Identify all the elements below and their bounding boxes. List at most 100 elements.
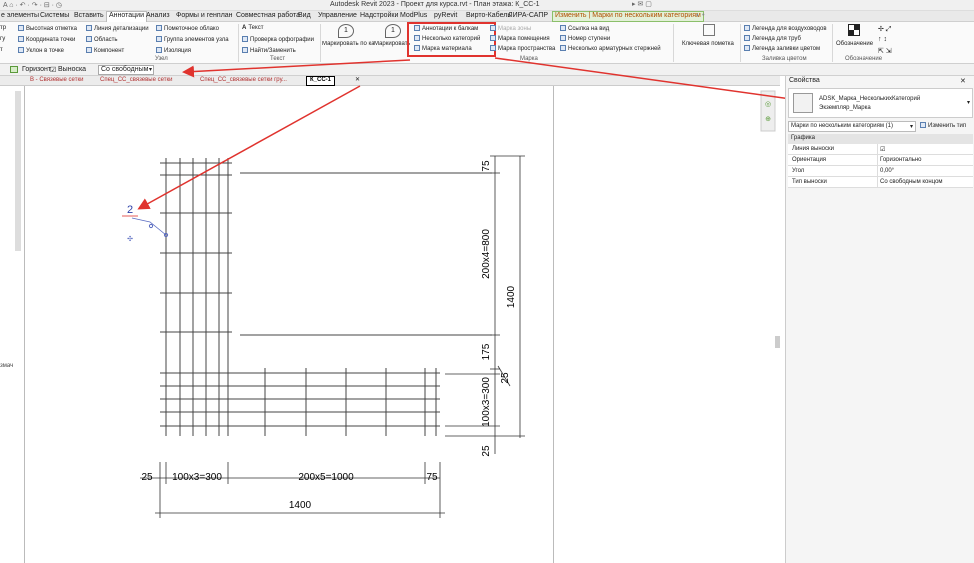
- tread-number-button[interactable]: Номер ступени: [560, 35, 610, 42]
- leader-type-dropdown[interactable]: Со свободным ▾: [98, 65, 154, 75]
- view-reference-label: Ссылка на вид: [568, 26, 610, 32]
- dim-right-25b: 25: [481, 445, 492, 457]
- area-tag-button[interactable]: Марка зоны: [490, 25, 531, 32]
- span-icon[interactable]: ⇱ ⇲: [878, 47, 892, 55]
- text-button[interactable]: A Текст: [242, 25, 263, 31]
- tab-virto[interactable]: Вирто-Кабель: [466, 12, 511, 19]
- dim-bottom-75: 75: [426, 472, 438, 483]
- tab-addins[interactable]: Надстройки: [360, 12, 398, 19]
- spot-elevation-button[interactable]: Высотная отметка: [18, 25, 77, 32]
- spelling-button[interactable]: Проверка орфографии: [242, 36, 314, 43]
- orientation-value[interactable]: Горизонтально: [880, 157, 922, 163]
- duct-legend-button[interactable]: Легенда для воздуховодов: [744, 25, 827, 32]
- detail-group-button[interactable]: Группа элементов узла: [156, 36, 229, 43]
- keynote-icon: [703, 24, 715, 36]
- window-controls[interactable]: ▸ ✉ ▢: [632, 0, 652, 8]
- leader-checkbox[interactable]: ☑: [50, 66, 56, 74]
- tab-modplus[interactable]: ModPlus: [400, 12, 427, 19]
- detail-line-icon: [86, 25, 92, 31]
- arrow-tools-icon[interactable]: ✢ ⤢: [878, 25, 891, 34]
- component-button[interactable]: Компонент: [86, 47, 124, 54]
- property-row: Ориентация Горизонтально: [788, 155, 973, 166]
- view-reference-button[interactable]: Ссылка на вид: [560, 25, 609, 32]
- tab-systems[interactable]: Системы: [40, 12, 69, 19]
- symbol-button[interactable]: Обозначение: [836, 41, 873, 47]
- ribbon-item-cut2[interactable]: гу: [0, 36, 5, 42]
- ribbon-item-cut3[interactable]: т: [0, 47, 3, 53]
- room-tag-icon: [490, 35, 496, 41]
- room-tag-button[interactable]: Марка помещения: [490, 35, 550, 42]
- beam-annotation-icon: [414, 25, 420, 31]
- dim-bottom-1000: 200x5=1000: [298, 472, 354, 483]
- multi-category-tag-button[interactable]: Несколько категорий: [414, 35, 480, 42]
- tab-annotate[interactable]: Аннотации: [106, 11, 147, 22]
- spot-coordinate-button[interactable]: Координата точки: [18, 36, 75, 43]
- spot-coordinate-icon: [18, 36, 24, 42]
- angle-value[interactable]: 0,00°: [880, 168, 894, 174]
- multi-rebar-label: Несколько арматурных стержней: [568, 46, 661, 52]
- leader-type-value: Со свободным: [101, 66, 149, 73]
- tab-lira[interactable]: ЛИРА-САПР: [508, 12, 548, 19]
- quick-access-toolbar[interactable]: A ⌂ · ↶ · ↷ · ⊟ · ◷: [3, 1, 62, 9]
- doc-tab-spec[interactable]: Спец_СС_связевые сетки: [100, 77, 172, 83]
- spelling-label: Проверка орфографии: [250, 37, 314, 43]
- ribbon-separator: [832, 24, 833, 62]
- insulation-button[interactable]: Изоляция: [156, 47, 191, 54]
- tab-pyrevit[interactable]: pyRevit: [434, 12, 457, 19]
- component-icon: [86, 47, 92, 53]
- tag-by-category-button[interactable]: Маркировать по категории: [322, 41, 374, 47]
- doc-tab-active[interactable]: К_СС-1: [306, 76, 335, 86]
- north-icon[interactable]: ↑ ↕: [878, 36, 887, 43]
- property-key: Линия выноски: [792, 146, 834, 152]
- rebar-mesh-drawing: 2 ✣ 75 200x4=800 1400 175 25 100x3=300 2…: [122, 90, 776, 518]
- dim-right-175: 175: [481, 343, 492, 360]
- ribbon-tabs: е элементы Системы Вставить Аннотации Ан…: [0, 11, 974, 22]
- mesh-horizontal-bars: [160, 162, 492, 427]
- doc-tab-links[interactable]: В - Связевые сетки: [30, 77, 83, 83]
- tag-all-button[interactable]: Маркировать все: [374, 41, 410, 47]
- tab-massing[interactable]: Формы и генплан: [176, 12, 233, 19]
- tab-insert[interactable]: Вставить: [74, 12, 104, 19]
- dim-bottom-25: 25: [141, 472, 153, 483]
- tab-collaborate[interactable]: Совместная работа: [236, 12, 300, 19]
- region-button[interactable]: Область: [86, 36, 118, 43]
- pipe-legend-button[interactable]: Легенда для труб: [744, 35, 801, 42]
- ribbon-separator: [673, 24, 674, 62]
- tab-analyze[interactable]: Анализ: [146, 12, 170, 19]
- orientation-dropdown[interactable]: Горизонт: [22, 66, 51, 73]
- revision-cloud-button[interactable]: Пометочное облако: [156, 25, 219, 32]
- group-header-graphics[interactable]: Графика: [788, 134, 973, 144]
- space-tag-icon: [490, 45, 496, 51]
- material-tag-button[interactable]: Марка материала: [414, 45, 472, 52]
- beam-annotations-button[interactable]: Аннотации к балкам: [414, 25, 478, 32]
- detail-line-button[interactable]: Линия детализации: [86, 25, 149, 32]
- space-tag-button[interactable]: Марка пространства: [490, 45, 555, 52]
- tread-number-label: Номер ступени: [568, 36, 611, 42]
- text-icon: A: [242, 25, 247, 31]
- drawing-canvas[interactable]: змач 2 ✣ 75 200x4=800 1400 175 25 100x3=…: [0, 86, 780, 563]
- tab-overflow[interactable]: ◐ •: [696, 12, 705, 19]
- leader-line-checkbox[interactable]: ☑: [880, 146, 885, 153]
- steering-wheel-icon: ◎: [765, 101, 771, 108]
- insulation-label: Изоляция: [164, 48, 191, 54]
- pipe-legend-label: Легенда для труб: [752, 36, 801, 42]
- doc-tab-spec-group[interactable]: Спец_СС_связевые сетки гру...: [200, 77, 287, 83]
- instance-filter-dropdown[interactable]: Марки по нескольким категориям (1) ▾: [788, 121, 916, 132]
- close-icon[interactable]: ✕: [355, 76, 360, 83]
- ribbon-item-cut[interactable]: тр: [0, 25, 6, 31]
- find-replace-button[interactable]: Найти/Заменить: [242, 47, 296, 54]
- edit-type-button[interactable]: Изменить тип: [920, 122, 966, 129]
- color-fill-legend-button[interactable]: Легенда заливки цветом: [744, 45, 820, 52]
- spot-slope-label: Уклон в точке: [26, 48, 65, 54]
- spot-slope-button[interactable]: Уклон в точке: [18, 47, 64, 54]
- tab-modify-multicategory-tags[interactable]: Изменить | Марки по нескольким категория…: [552, 11, 704, 22]
- close-icon[interactable]: ✕: [960, 77, 966, 85]
- keynote-button[interactable]: Ключевая пометка: [682, 41, 734, 47]
- type-selector[interactable]: ADSK_Марка_НесколькихКатегорий Экземпляр…: [788, 88, 973, 118]
- multi-category-tag-label: Несколько категорий: [422, 36, 481, 42]
- multi-rebar-button[interactable]: Несколько арматурных стержней: [560, 45, 661, 52]
- tab-view[interactable]: Вид: [298, 12, 311, 19]
- tab-elements[interactable]: е элементы: [1, 12, 39, 19]
- tab-manage[interactable]: Управление: [318, 12, 357, 19]
- leader-type-value[interactable]: Со свободным концом: [880, 179, 943, 185]
